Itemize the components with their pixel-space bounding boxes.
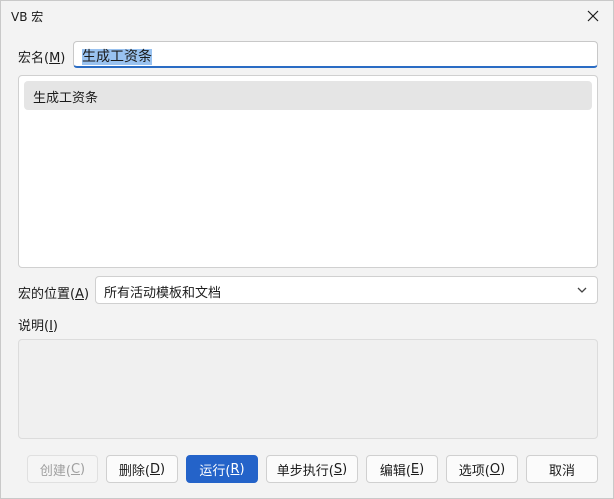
create-button[interactable]: 创建(C) (27, 455, 98, 483)
cancel-button[interactable]: 取消 (526, 455, 598, 483)
description-box (18, 339, 598, 439)
list-item[interactable]: 生成工资条 (24, 81, 592, 110)
window-title: VB 宏 (11, 10, 44, 24)
edit-button[interactable]: 编辑(E) (366, 455, 438, 483)
title-bar: VB 宏 (1, 1, 613, 31)
step-into-button[interactable]: 单步执行(S) (266, 455, 358, 483)
run-button[interactable]: 运行(R) (186, 455, 258, 483)
close-button[interactable] (579, 3, 607, 29)
chevron-down-icon (577, 287, 587, 293)
vb-macro-dialog: VB 宏 宏名(M) 生成工资条 生成工资条 宏的位置(A) 所有活动模板和文档… (0, 0, 614, 499)
delete-button[interactable]: 删除(D) (106, 455, 178, 483)
macro-name-label: 宏名(M) (18, 51, 66, 66)
macro-location-select[interactable]: 所有活动模板和文档 (95, 276, 598, 304)
macro-location-label: 宏的位置(A) (18, 287, 90, 302)
macro-name-input[interactable]: 生成工资条 (73, 41, 598, 68)
macro-name-value: 生成工资条 (82, 49, 152, 65)
options-button[interactable]: 选项(O) (446, 455, 518, 483)
macro-location-value: 所有活动模板和文档 (104, 286, 222, 301)
close-icon (587, 10, 599, 22)
macro-list[interactable]: 生成工资条 (18, 75, 598, 268)
description-label: 说明(I) (18, 319, 58, 334)
